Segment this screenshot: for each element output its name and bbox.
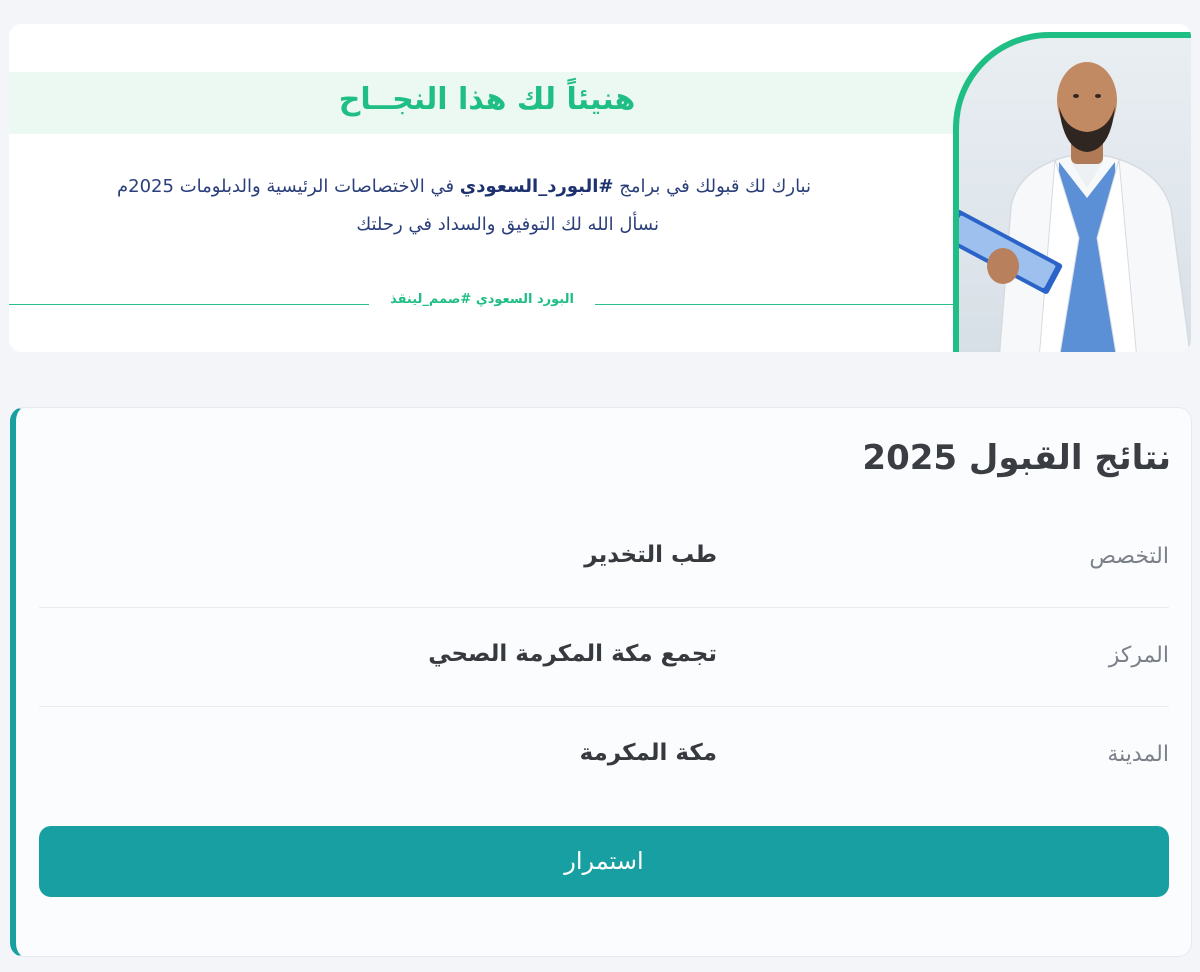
banner-divider-left xyxy=(9,304,369,305)
banner-title: هنيئاً لك هذا النجــاح xyxy=(338,82,636,117)
doctor-illustration xyxy=(959,62,1191,352)
banner-divider-right xyxy=(595,304,955,305)
banner-message-prefix: نبارك لك قبولك في برامج xyxy=(619,176,811,197)
city-value: مكة المكرمة xyxy=(579,740,717,766)
banner-message-line2: نسأل الله لك التوفيق والسداد في رحلتك xyxy=(356,214,659,235)
city-label: المدينة xyxy=(1107,742,1169,767)
banner-hashtag: #البورد_السعودي xyxy=(459,176,614,197)
continue-button[interactable]: استمرار xyxy=(39,826,1169,897)
banner-tagline: البورد السعودي #صمم_لينقذ xyxy=(390,292,574,307)
card-title: نتائج القبول 2025 xyxy=(862,438,1171,478)
result-row-center: المركز تجمع مكة المكرمة الصحي xyxy=(39,607,1169,707)
center-value: تجمع مكة المكرمة الصحي xyxy=(428,641,717,667)
result-row-specialty: التخصص طب التخدير xyxy=(39,508,1169,608)
center-label: المركز xyxy=(1108,643,1169,668)
banner-message-suffix: في الاختصاصات الرئيسية والدبلومات 2025م xyxy=(117,176,455,197)
result-row-city: المدينة مكة المكرمة xyxy=(39,706,1169,806)
specialty-value: طب التخدير xyxy=(584,542,717,568)
doctor-photo xyxy=(953,32,1191,352)
banner-message-line1: نبارك لك قبولك في برامج #البورد_السعودي … xyxy=(69,176,859,197)
congrats-banner: هنيئاً لك هذا النجــاح نبارك لك قبولك في… xyxy=(9,24,1191,352)
specialty-label: التخصص xyxy=(1089,544,1169,569)
admission-result-card: نتائج القبول 2025 التخصص طب التخدير المر… xyxy=(10,407,1192,957)
